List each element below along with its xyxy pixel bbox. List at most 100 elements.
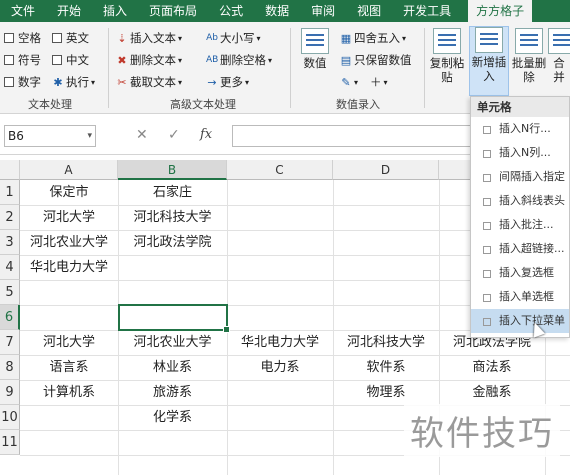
selected-cell-b6[interactable] xyxy=(118,304,230,333)
cell-c7[interactable]: 华北电力大学 xyxy=(227,330,333,355)
column-header-d[interactable]: D xyxy=(333,160,439,180)
execute-icon: ✱ xyxy=(53,75,63,89)
row-header-8[interactable]: 8 xyxy=(0,355,20,380)
insert-text-button[interactable]: ⇣ 插入文本 ▾ xyxy=(116,30,182,46)
check-space[interactable]: 空格 xyxy=(4,30,41,46)
row-header-6[interactable]: 6 xyxy=(0,305,20,330)
delete-space-button[interactable]: AB 删除空格 ▾ xyxy=(206,52,272,68)
menu-item-insert-hyperlink[interactable]: 插入超链接... xyxy=(471,237,569,261)
cell-a8[interactable]: 语言系 xyxy=(20,355,118,380)
function-icon[interactable]: fx xyxy=(200,127,212,142)
cell-b7[interactable]: 河北农业大学 xyxy=(118,330,227,355)
menu-item-diagonal-header[interactable]: 插入斜线表头 xyxy=(471,189,569,213)
chevron-down-icon: ▾ xyxy=(245,77,250,87)
row-header-5[interactable]: 5 xyxy=(0,280,20,305)
menu-item-insert-cols[interactable]: 插入N列... xyxy=(471,141,569,165)
tab-page-layout[interactable]: 页面布局 xyxy=(138,0,208,22)
tab-view[interactable]: 视图 xyxy=(346,0,392,22)
column-header-a[interactable]: A xyxy=(20,160,118,180)
group-name-adv-text: 高级文本处理 xyxy=(170,98,236,111)
insert-dropdown-menu: 单元格 插入N行... 插入N列... 间隔插入指定 插入斜线表头 插入批注..… xyxy=(470,96,570,338)
number-button[interactable]: 数值 xyxy=(298,28,332,70)
menu-item-insert-dropdown[interactable]: 插入下拉菜单 xyxy=(471,309,569,333)
chevron-down-icon: ▾ xyxy=(268,55,273,65)
tab-file[interactable]: 文件 xyxy=(0,0,46,22)
cell-b9[interactable]: 旅游系 xyxy=(118,380,227,405)
tab-insert[interactable]: 插入 xyxy=(92,0,138,22)
check-icon[interactable]: ✓ xyxy=(168,127,180,143)
cell-a9[interactable]: 计算机系 xyxy=(20,380,118,405)
round-button[interactable]: ▦ 四舍五入 ▾ xyxy=(340,30,406,46)
case-button[interactable]: Ab 大小写 ▾ xyxy=(206,30,260,46)
row-header-2[interactable]: 2 xyxy=(0,205,20,230)
row-header-4[interactable]: 4 xyxy=(0,255,20,280)
cell-b10[interactable]: 化学系 xyxy=(118,405,227,430)
checkbox-icon xyxy=(4,55,14,65)
check-english[interactable]: 英文 xyxy=(52,30,89,46)
menu-item-insert-radio[interactable]: 插入单选框 xyxy=(471,285,569,309)
insert-new-icon xyxy=(475,27,503,53)
watermark: 软件技巧 xyxy=(404,404,560,457)
cell-b3[interactable]: 河北政法学院 xyxy=(118,230,227,255)
row-header-10[interactable]: 10 xyxy=(0,405,20,430)
delete-text-button[interactable]: ✖ 删除文本 ▾ xyxy=(116,52,182,68)
cell-a1[interactable]: 保定市 xyxy=(20,180,118,205)
cell-b1[interactable]: 石家庄 xyxy=(118,180,227,205)
cell-b8[interactable]: 林业系 xyxy=(118,355,227,380)
more-button[interactable]: → 更多 ▾ xyxy=(206,74,249,90)
menu-item-insert-comment[interactable]: 插入批注... xyxy=(471,213,569,237)
cell-d8[interactable]: 软件系 xyxy=(333,355,439,380)
check-number[interactable]: 数字 xyxy=(4,74,41,90)
chevron-down-icon: ▾ xyxy=(402,33,407,43)
cut-text-button[interactable]: ✂ 截取文本 ▾ xyxy=(116,74,182,90)
column-header-b[interactable]: B xyxy=(118,160,227,180)
cell-c8[interactable]: 电力系 xyxy=(227,355,333,380)
cell-b2[interactable]: 河北科技大学 xyxy=(118,205,227,230)
cell-a2[interactable]: 河北大学 xyxy=(20,205,118,230)
check-symbol[interactable]: 符号 xyxy=(4,52,41,68)
cell-d9[interactable]: 物理系 xyxy=(333,380,439,405)
column-header-c[interactable]: C xyxy=(227,160,333,180)
tab-home[interactable]: 开始 xyxy=(46,0,92,22)
tab-data[interactable]: 数据 xyxy=(254,0,300,22)
cell-a4[interactable]: 华北电力大学 xyxy=(20,255,118,280)
check-chinese[interactable]: 中文 xyxy=(52,52,89,68)
tab-developer[interactable]: 开发工具 xyxy=(392,0,462,22)
cell-d7[interactable]: 河北科技大学 xyxy=(333,330,439,355)
keep-values-button[interactable]: ▤ 只保留数值 xyxy=(340,52,412,68)
select-all-corner[interactable] xyxy=(0,160,20,180)
row-header-3[interactable]: 3 xyxy=(0,230,20,255)
tab-formulas[interactable]: 公式 xyxy=(208,0,254,22)
cancel-icon[interactable]: ✕ xyxy=(136,127,148,143)
tab-fangfang[interactable]: 方方格子 xyxy=(468,0,533,22)
execute-button[interactable]: ✱ 执行 ▾ xyxy=(52,74,95,90)
tab-review[interactable]: 审阅 xyxy=(300,0,346,22)
checkbox-icon xyxy=(52,55,62,65)
batch-delete-button[interactable]: 批量删除 xyxy=(510,28,548,84)
menu-item-insert-rows[interactable]: 插入N行... xyxy=(471,117,569,141)
chevron-down-icon: ▾ xyxy=(178,55,183,65)
cell-a7[interactable]: 河北大学 xyxy=(20,330,118,355)
chevron-down-icon: ▾ xyxy=(354,77,359,87)
merge-button[interactable]: 合并 xyxy=(548,28,570,84)
separator xyxy=(108,28,109,108)
row-header-7[interactable]: 7 xyxy=(0,330,20,355)
row-header-11[interactable]: 11 xyxy=(0,430,20,455)
cell-e9[interactable]: 金融系 xyxy=(439,380,545,405)
cell-a3[interactable]: 河北农业大学 xyxy=(20,230,118,255)
checkbox-icon xyxy=(4,77,14,87)
checkbox-icon xyxy=(52,33,62,43)
menu-item-interval-insert[interactable]: 间隔插入指定 xyxy=(471,165,569,189)
row-header-1[interactable]: 1 xyxy=(0,180,20,205)
menu-item-insert-checkbox[interactable]: 插入复选框 xyxy=(471,261,569,285)
menu-header: 单元格 xyxy=(471,97,569,117)
row-header-9[interactable]: 9 xyxy=(0,380,20,405)
copy-paste-button[interactable]: 复制粘贴 xyxy=(428,28,466,84)
insert-new-button[interactable]: 新增插入 xyxy=(469,26,509,96)
group-name-number: 数值录入 xyxy=(336,98,380,111)
name-box[interactable]: B6 ▾ xyxy=(4,125,96,147)
chevron-down-icon: ▾ xyxy=(383,77,388,87)
edit-button[interactable]: ✎ ▾ ＋ ▾ xyxy=(340,74,388,90)
cell-e8[interactable]: 商法系 xyxy=(439,355,545,380)
plus-icon: ＋ xyxy=(370,75,382,89)
